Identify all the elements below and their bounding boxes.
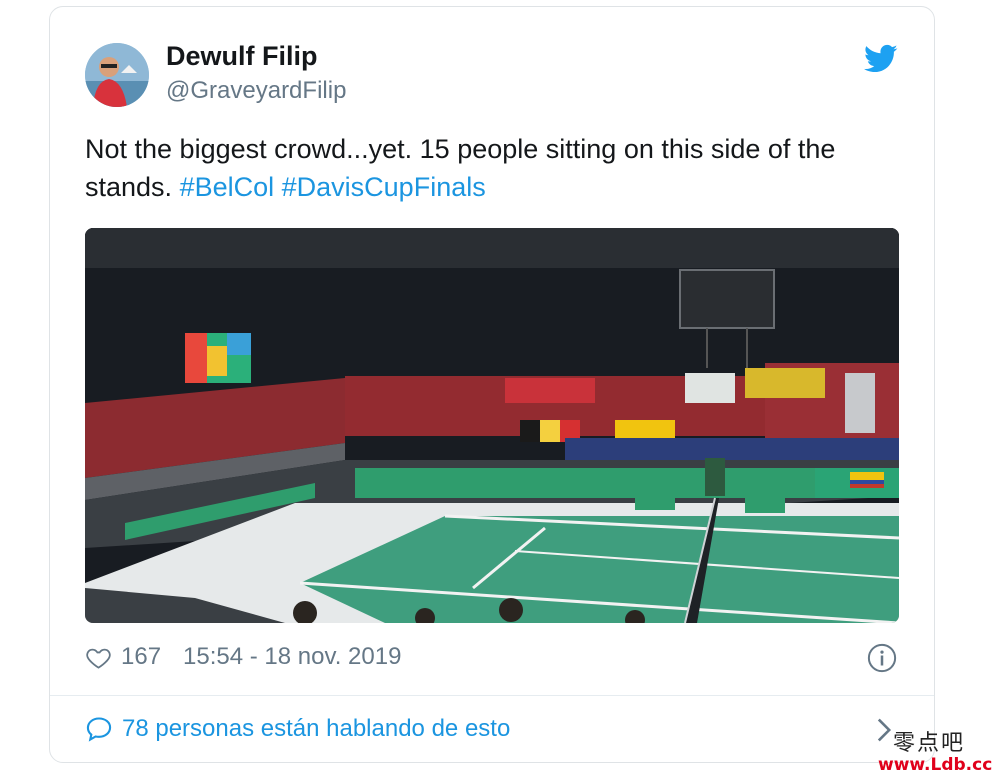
conversation-link[interactable]: 78 personas están hablando de esto bbox=[85, 712, 510, 746]
author-avatar[interactable] bbox=[85, 43, 149, 107]
hashtag-daviscupfinals[interactable]: #DavisCupFinals bbox=[282, 172, 486, 202]
like-count[interactable]: 167 bbox=[121, 643, 161, 671]
tweet-meta: 167 15:54 - 18 nov. 2019 bbox=[85, 640, 401, 674]
hashtag-belcol[interactable]: #BelCol bbox=[180, 172, 275, 202]
watermark-url: www.Ldb.cc bbox=[878, 755, 993, 775]
divider bbox=[50, 695, 934, 696]
watermark-text: 零点吧 bbox=[893, 731, 966, 756]
author-name[interactable]: Dewulf Filip bbox=[166, 41, 318, 72]
author-handle[interactable]: @GraveyardFilip bbox=[166, 77, 346, 105]
tweet-text: Not the biggest crowd...yet. 15 people s… bbox=[85, 130, 895, 206]
twitter-bird-icon[interactable] bbox=[864, 44, 898, 74]
heart-icon[interactable] bbox=[85, 644, 112, 671]
chevron-right-icon[interactable] bbox=[874, 717, 894, 743]
timestamp[interactable]: 15:54 - 18 nov. 2019 bbox=[183, 643, 401, 671]
speech-bubble-icon bbox=[86, 717, 112, 742]
info-icon[interactable] bbox=[867, 643, 897, 673]
conversation-label[interactable]: 78 personas están hablando de esto bbox=[122, 715, 510, 743]
tennis-arena-photo[interactable] bbox=[85, 228, 899, 623]
